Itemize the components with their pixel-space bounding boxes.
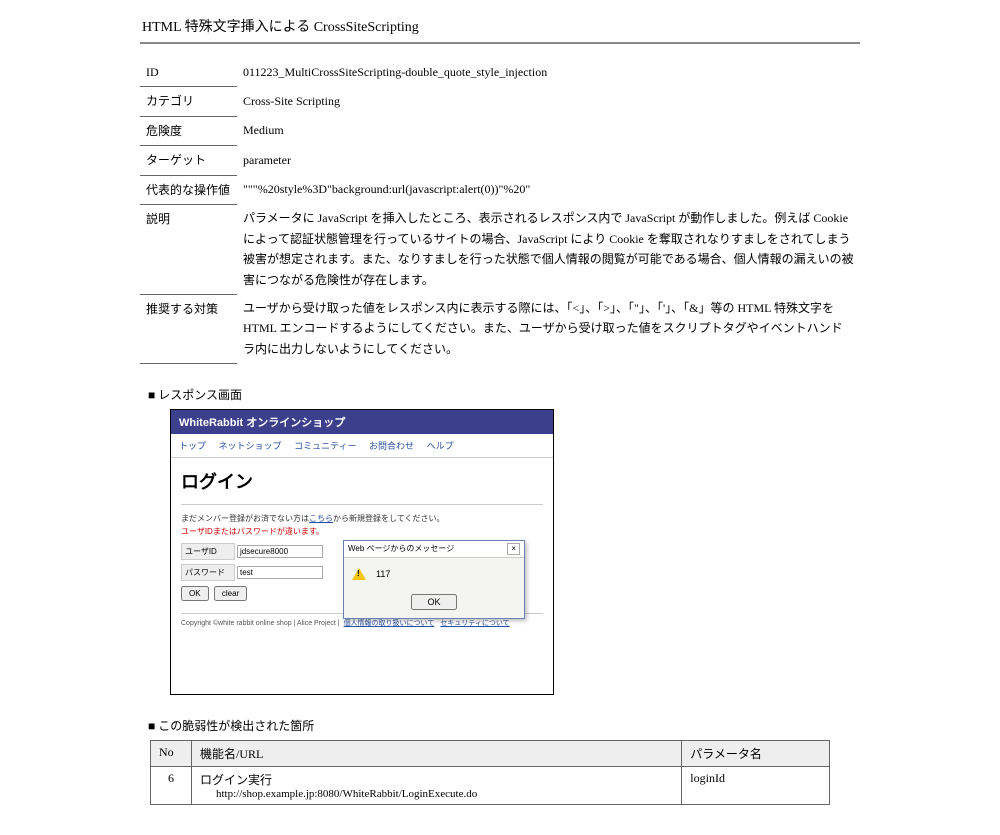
response-heading: レスポンス画面	[148, 386, 860, 403]
shot-note: まだメンバー登録がお済でない方はこちらから新規登録をしてください。	[181, 513, 543, 524]
prop-value-target: parameter	[237, 146, 860, 175]
prop-label-reco: 推奨する対策	[140, 294, 237, 363]
dialog-buttons: OK	[344, 590, 524, 618]
userid-label: ユーザID	[181, 543, 235, 560]
shot-nav: トップ ネットショップ コミュニティー お問合わせ ヘルプ	[171, 434, 553, 458]
cell-no: 6	[151, 766, 192, 804]
shot-heading: ログイン	[181, 468, 543, 494]
security-link[interactable]: セキュリティについて	[440, 620, 509, 627]
close-icon[interactable]: ×	[507, 543, 520, 555]
dialog-ok-button[interactable]: OK	[411, 594, 456, 610]
properties-table: ID 011223_MultiCrossSiteScripting-double…	[140, 58, 860, 364]
cell-func: ログイン実行 http://shop.example.jp:8080/White…	[192, 766, 682, 804]
dialog-titlebar: Web ページからのメッセージ ×	[344, 541, 524, 558]
prop-label-risk: 危険度	[140, 116, 237, 145]
nav-item[interactable]: コミュニティー	[294, 441, 356, 451]
shot-error: ユーザIDまたはパスワードが違います。	[181, 526, 543, 537]
prop-value-reco: ユーザから受け取った値をレスポンス内に表示する際には、「<」、「>」、「"」、「…	[237, 294, 860, 363]
dialog-title: Web ページからのメッセージ	[348, 543, 454, 555]
warning-icon	[352, 568, 366, 580]
prop-label-desc: 説明	[140, 204, 237, 294]
dialog-body: 117	[344, 558, 524, 590]
prop-value-desc: パラメータに JavaScript を挿入したところ、表示されるレスポンス内で …	[237, 204, 860, 294]
prop-label-sample: 代表的な操作値	[140, 175, 237, 204]
cell-param: loginId	[682, 766, 830, 804]
col-no: No	[151, 740, 192, 766]
prop-value-id: 011223_MultiCrossSiteScripting-double_qu…	[237, 58, 860, 87]
userid-input[interactable]	[237, 545, 323, 558]
shot-titlebar: WhiteRabbit オンラインショップ	[171, 410, 553, 434]
divider	[181, 504, 543, 505]
nav-item[interactable]: ヘルプ	[427, 441, 454, 451]
clear-button[interactable]: clear	[214, 586, 247, 601]
response-screenshot: WhiteRabbit オンラインショップ トップ ネットショップ コミュニティ…	[170, 409, 554, 695]
ok-button[interactable]: OK	[181, 586, 209, 601]
register-link[interactable]: こちら	[309, 514, 333, 523]
prop-value-sample: """%20style%3D"background:url(javascript…	[237, 175, 860, 204]
prop-label-target: ターゲット	[140, 146, 237, 175]
prop-label-id: ID	[140, 58, 237, 87]
password-label: パスワード	[181, 564, 235, 581]
alert-dialog: Web ページからのメッセージ × 117 OK	[343, 540, 525, 619]
nav-item[interactable]: ネットショップ	[219, 441, 282, 451]
prop-label-category: カテゴリ	[140, 87, 237, 116]
page-title: HTML 特殊文字挿入による CrossSiteScripting	[140, 10, 860, 44]
dialog-message: 117	[376, 569, 390, 579]
nav-item[interactable]: お問合わせ	[369, 441, 414, 451]
table-header-row: No 機能名/URL パラメータ名	[151, 740, 830, 766]
privacy-link[interactable]: 個人情報の取り扱いについて	[344, 620, 435, 627]
password-input[interactable]	[237, 566, 323, 579]
vuln-table: No 機能名/URL パラメータ名 6 ログイン実行 http://shop.e…	[150, 740, 830, 805]
prop-value-category: Cross-Site Scripting	[237, 87, 860, 116]
col-param: パラメータ名	[682, 740, 830, 766]
col-func: 機能名/URL	[192, 740, 682, 766]
table-row: 6 ログイン実行 http://shop.example.jp:8080/Whi…	[151, 766, 830, 804]
document-page: HTML 特殊文字挿入による CrossSiteScripting ID 011…	[140, 0, 860, 835]
cell-url: http://shop.example.jp:8080/WhiteRabbit/…	[200, 788, 673, 800]
prop-value-risk: Medium	[237, 116, 860, 145]
nav-item[interactable]: トップ	[179, 441, 206, 451]
vuln-heading: この脆弱性が検出された箇所	[148, 717, 860, 734]
